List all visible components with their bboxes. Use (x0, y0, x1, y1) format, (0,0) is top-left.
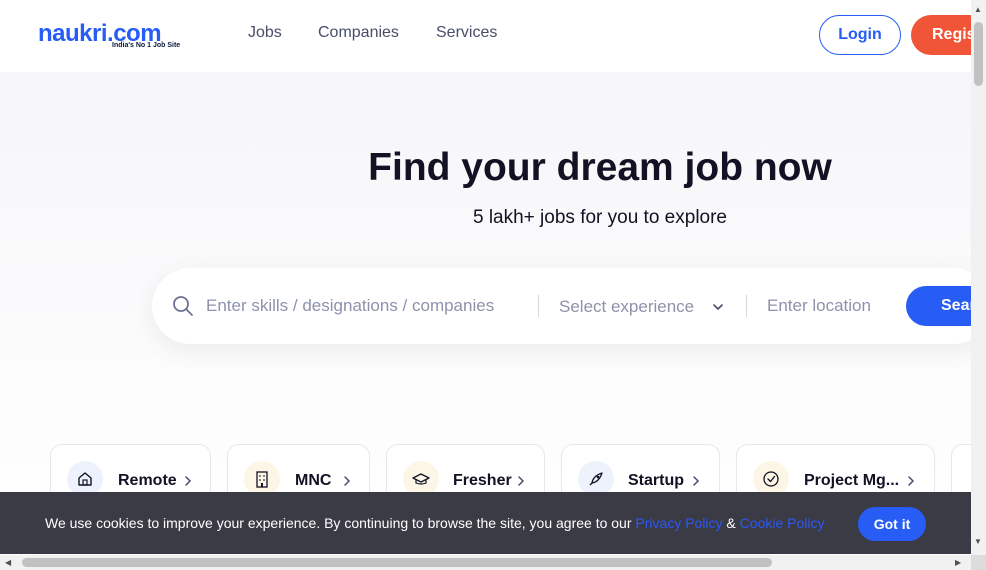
search-divider (538, 295, 539, 317)
chevron-right-icon (518, 476, 525, 486)
chevron-right-icon (693, 476, 700, 486)
cookie-policy-link[interactable]: Cookie Policy (740, 515, 825, 531)
nav-companies[interactable]: Companies (318, 24, 399, 42)
location-input[interactable]: Enter location (767, 296, 871, 316)
horizontal-scrollbar[interactable]: ◀ ▶ (0, 555, 971, 570)
hero-title: Find your dream job now (368, 146, 832, 189)
chevron-down-icon[interactable] (712, 301, 724, 313)
chevron-right-icon (344, 476, 351, 486)
privacy-policy-link[interactable]: Privacy Policy (635, 515, 722, 531)
scroll-up-arrow-icon[interactable]: ▲ (974, 5, 982, 14)
scroll-right-arrow-icon[interactable]: ▶ (955, 558, 961, 567)
cookie-message: We use cookies to improve your experienc… (45, 515, 825, 531)
category-label: MNC (295, 472, 332, 489)
search-divider (746, 295, 747, 317)
register-button[interactable]: Register (911, 15, 971, 55)
scroll-down-arrow-icon[interactable]: ▼ (974, 537, 982, 546)
experience-select[interactable]: Select experience (559, 297, 694, 317)
vertical-scroll-thumb[interactable] (974, 22, 983, 86)
chevron-right-icon (908, 476, 915, 486)
category-label: Remote (118, 472, 177, 489)
site-header: naukri.com India's No 1 Job Site Jobs Co… (0, 0, 971, 72)
nav-jobs[interactable]: Jobs (248, 24, 282, 42)
naukri-logo[interactable]: naukri.com India's No 1 Job Site (38, 20, 190, 54)
search-icon (173, 296, 193, 316)
got-it-button[interactable]: Got it (858, 507, 926, 541)
skills-search-input[interactable]: Enter skills / designations / companies (206, 296, 494, 316)
category-label: Startup (628, 472, 684, 489)
category-label: Fresher (453, 472, 512, 489)
cookie-amp: & (722, 515, 740, 531)
scroll-left-arrow-icon[interactable]: ◀ (5, 558, 11, 567)
job-search-bar: Enter skills / designations / companies … (152, 268, 971, 344)
chevron-right-icon (185, 476, 192, 486)
horizontal-scroll-thumb[interactable] (22, 558, 772, 567)
cookie-message-text: We use cookies to improve your experienc… (45, 515, 636, 531)
nav-services[interactable]: Services (436, 24, 497, 42)
hero-subtitle: 5 lakh+ jobs for you to explore (472, 207, 727, 228)
vertical-scrollbar[interactable]: ▲ ▼ (971, 0, 986, 555)
search-button[interactable]: Search (906, 286, 971, 326)
logo-tagline: India's No 1 Job Site (112, 42, 181, 49)
page-viewport: naukri.com India's No 1 Job Site Jobs Co… (0, 0, 971, 555)
cookie-banner: We use cookies to improve your experienc… (0, 492, 971, 554)
category-label: Project Mg... (804, 472, 900, 489)
scrollbar-corner (971, 555, 986, 570)
login-button[interactable]: Login (819, 15, 901, 55)
